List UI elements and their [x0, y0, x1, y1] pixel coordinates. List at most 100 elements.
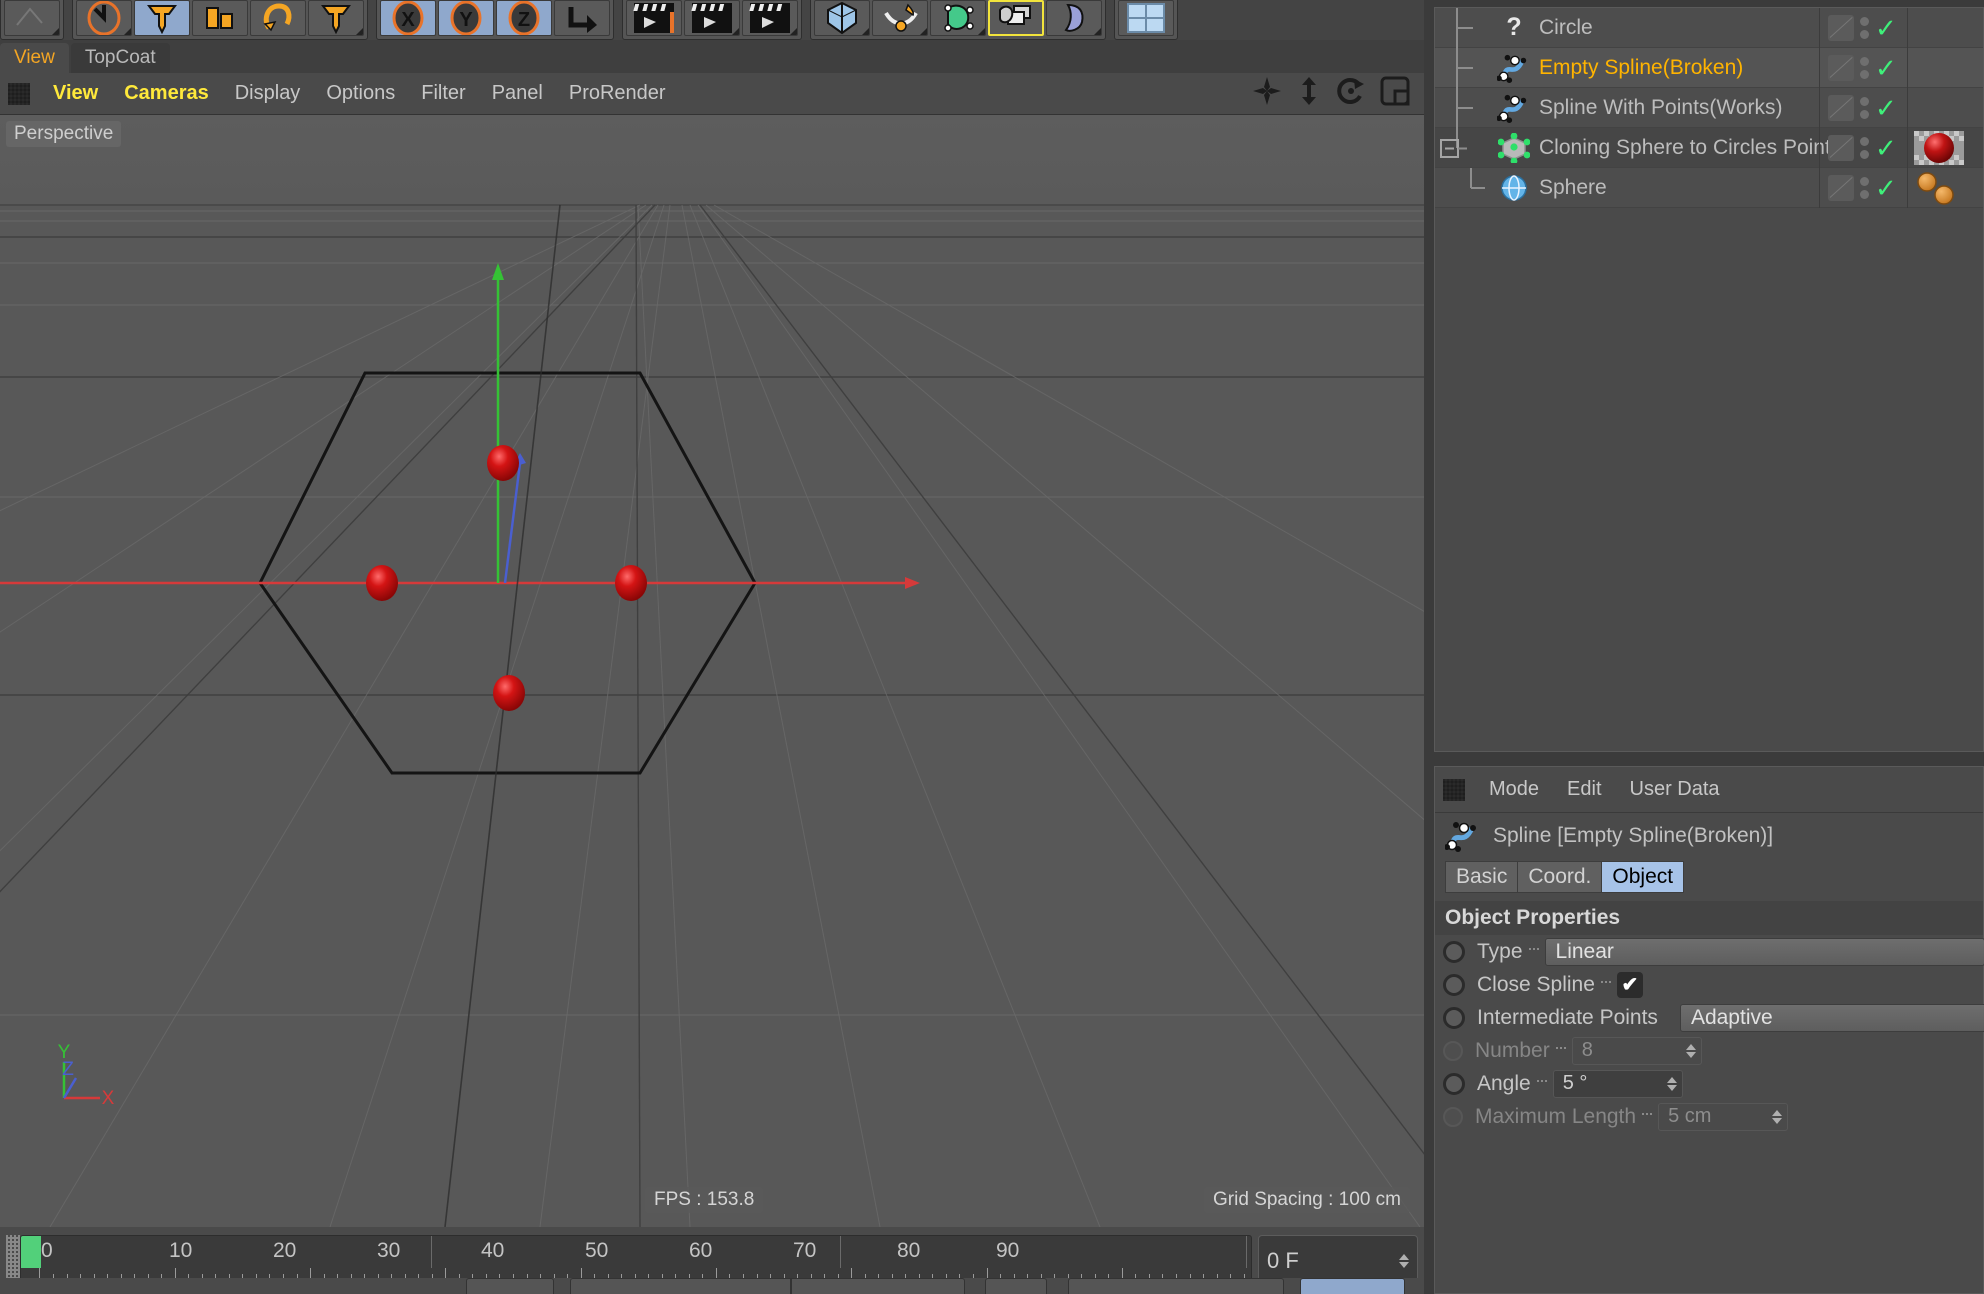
render-settings-icon[interactable] — [742, 0, 798, 36]
maximize-viewport-icon[interactable] — [1380, 76, 1410, 111]
number-stepper-icon[interactable] — [1666, 1076, 1677, 1091]
layer-color-swatch[interactable] — [1828, 175, 1854, 201]
world-coordinate-icon[interactable] — [554, 0, 610, 36]
attr-menu-mode[interactable]: Mode — [1475, 778, 1553, 801]
property-dropdown[interactable]: Linear — [1544, 937, 1984, 966]
menu-display[interactable]: Display — [222, 82, 314, 105]
enabled-check-icon[interactable]: ✓ — [1875, 175, 1897, 201]
cube-primitive-icon[interactable] — [814, 0, 870, 36]
menu-cameras[interactable]: Cameras — [111, 82, 222, 105]
enabled-check-icon[interactable]: ✓ — [1875, 15, 1897, 41]
object-row-spline-with-points-works[interactable]: Spline With Points(Works) ✓ — [1435, 87, 1983, 128]
object-row-circle[interactable]: ? Circle ✓ — [1435, 7, 1983, 48]
attribute-panel-grip-icon[interactable] — [1443, 778, 1465, 801]
property-number-field[interactable]: 8 — [1571, 1036, 1702, 1065]
visibility-dots-icon[interactable] — [1860, 17, 1869, 39]
nurbs-generator-icon[interactable] — [930, 0, 986, 36]
bottom-widget-4[interactable] — [1068, 1278, 1284, 1294]
layer-color-swatch[interactable] — [1828, 135, 1854, 161]
menu-prorender[interactable]: ProRender — [556, 82, 679, 105]
object-tag-column[interactable] — [1907, 168, 1983, 208]
spline-icon[interactable] — [1495, 93, 1533, 123]
property-animate-radio-icon[interactable] — [1443, 1072, 1465, 1095]
property-animate-radio-icon[interactable] — [1443, 973, 1465, 996]
property-row-type[interactable]: Type Linear — [1435, 935, 1984, 968]
tab-view[interactable]: View — [0, 43, 69, 73]
attr-menu-user-data[interactable]: User Data — [1616, 778, 1734, 801]
number-stepper-icon[interactable] — [1685, 1043, 1696, 1058]
axis-x-lock-icon[interactable]: X — [380, 0, 436, 36]
bottom-widget-3[interactable] — [985, 1278, 1047, 1294]
property-dropdown[interactable]: Adaptive — [1679, 1003, 1984, 1032]
object-tag-column[interactable] — [1907, 48, 1983, 88]
property-animate-radio-icon[interactable] — [1443, 1006, 1465, 1029]
bottom-widget-5[interactable] — [1300, 1278, 1405, 1294]
playhead-marker[interactable] — [21, 1236, 41, 1268]
property-animate-radio-icon[interactable] — [1443, 1106, 1463, 1127]
object-tag-column[interactable] — [1907, 128, 1983, 168]
object-row-sphere[interactable]: Sphere ✓ — [1435, 167, 1983, 208]
question-mark-icon[interactable]: ? — [1495, 13, 1533, 43]
attr-tab-coord[interactable]: Coord. — [1517, 861, 1602, 893]
tab-topcoat[interactable]: TopCoat — [70, 43, 170, 73]
menu-options[interactable]: Options — [313, 82, 408, 105]
menu-view[interactable]: View — [40, 82, 111, 105]
layer-color-swatch[interactable] — [1828, 95, 1854, 121]
property-row-close-spline[interactable]: Close Spline ✔ — [1435, 968, 1983, 1001]
property-animate-radio-icon[interactable] — [1443, 1040, 1463, 1061]
move-tool-alt-icon[interactable] — [308, 0, 364, 36]
enabled-check-icon[interactable]: ✓ — [1875, 55, 1897, 81]
cloner-icon[interactable] — [1495, 132, 1533, 163]
property-number-field[interactable]: 5 ° — [1552, 1069, 1683, 1098]
rotate-viewport-icon[interactable] — [1336, 76, 1366, 111]
visibility-dots-icon[interactable] — [1860, 97, 1869, 119]
bottom-widget-2[interactable] — [570, 1278, 965, 1294]
deformer-icon[interactable] — [1046, 0, 1102, 36]
visibility-dots-icon[interactable] — [1860, 57, 1869, 79]
tool-cut-icon[interactable] — [4, 0, 60, 36]
axis-z-lock-icon[interactable]: Z — [496, 0, 552, 36]
spline-pen-icon[interactable] — [872, 0, 928, 36]
attr-tab-basic[interactable]: Basic — [1445, 861, 1518, 893]
mograph-cloner-icon[interactable] — [988, 0, 1044, 36]
object-row-empty-spline-broken[interactable]: Empty Spline(Broken) ✓ — [1435, 47, 1983, 88]
move-tool-icon[interactable] — [134, 0, 190, 36]
scale-tool-icon[interactable] — [192, 0, 248, 36]
object-row-cloning-sphere-to-circles-points[interactable]: Cloning Sphere to Circles Points ✓ — [1435, 127, 1983, 168]
number-stepper-icon[interactable] — [1772, 1109, 1783, 1124]
attr-menu-edit[interactable]: Edit — [1553, 778, 1615, 801]
bottom-widget-1[interactable] — [466, 1278, 554, 1294]
panel-grip-icon[interactable] — [8, 82, 30, 105]
property-row-angle[interactable]: Angle 5 ° — [1435, 1067, 1983, 1100]
property-number-field[interactable]: 5 cm — [1658, 1102, 1789, 1131]
zoom-viewport-icon[interactable] — [1296, 76, 1322, 111]
property-animate-radio-icon[interactable] — [1443, 940, 1465, 963]
sphere-icon[interactable] — [1495, 173, 1533, 203]
menu-panel[interactable]: Panel — [479, 82, 556, 105]
layer-color-swatch[interactable] — [1828, 55, 1854, 81]
property-row-intermediate-points[interactable]: Intermediate Points Adaptive — [1435, 1001, 1984, 1034]
viewport-3d[interactable]: Perspective Y X Z FPS: 153.8 Grid Spaci… — [0, 115, 1424, 1227]
render-view-icon[interactable] — [626, 0, 682, 36]
property-row-maximum-length[interactable]: Maximum Length 5 cm — [1435, 1100, 1983, 1133]
render-region-icon[interactable] — [684, 0, 740, 36]
spline-icon[interactable] — [1495, 53, 1533, 83]
attr-tab-object[interactable]: Object — [1601, 861, 1685, 893]
property-row-number[interactable]: Number 8 — [1435, 1034, 1983, 1067]
enabled-check-icon[interactable]: ✓ — [1875, 135, 1897, 161]
layer-color-swatch[interactable] — [1828, 15, 1854, 41]
object-tag-column[interactable] — [1907, 88, 1983, 128]
pan-viewport-icon[interactable] — [1252, 76, 1282, 111]
object-tag-column[interactable] — [1907, 8, 1983, 48]
rotate-band-icon[interactable] — [250, 0, 306, 36]
rotate-tool-icon[interactable] — [76, 0, 132, 36]
property-checkbox[interactable]: ✔ — [1616, 971, 1643, 998]
visibility-dots-icon[interactable] — [1860, 137, 1869, 159]
layout-grid-icon[interactable] — [1118, 0, 1174, 36]
axis-y-lock-icon[interactable]: Y — [438, 0, 494, 36]
frame-stepper-icon[interactable] — [1399, 1254, 1409, 1268]
spline-icon — [1445, 820, 1481, 852]
menu-filter[interactable]: Filter — [408, 82, 478, 105]
visibility-dots-icon[interactable] — [1860, 177, 1869, 199]
enabled-check-icon[interactable]: ✓ — [1875, 95, 1897, 121]
